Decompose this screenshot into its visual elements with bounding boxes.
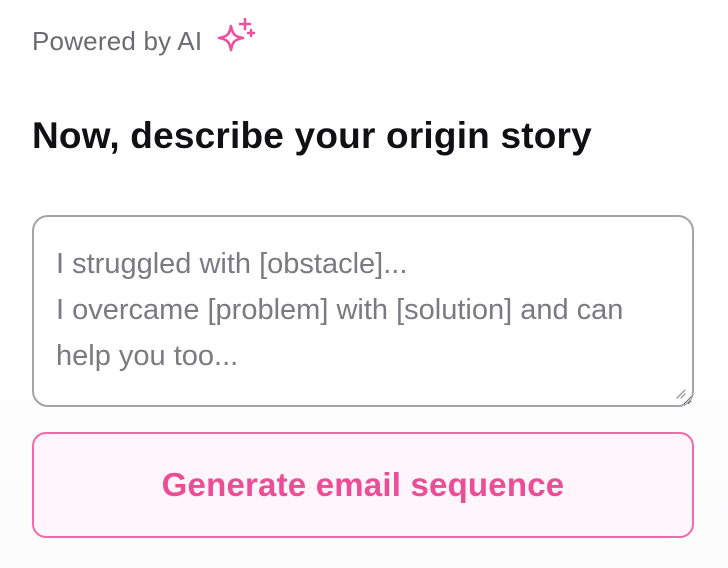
page-title: Now, describe your origin story (32, 115, 592, 156)
generate-email-sequence-button[interactable]: Generate email sequence (32, 432, 694, 538)
powered-by-label: Powered by AI (32, 25, 203, 56)
resize-handle-icon[interactable] (674, 387, 686, 399)
powered-by-ai: Powered by AI (32, 17, 258, 60)
origin-story-field[interactable]: I struggled with [obstacle]... I overcam… (32, 215, 694, 407)
origin-story-textarea[interactable] (34, 217, 692, 405)
generate-button-label: Generate email sequence (161, 466, 565, 503)
sparkle-icon (217, 17, 256, 52)
